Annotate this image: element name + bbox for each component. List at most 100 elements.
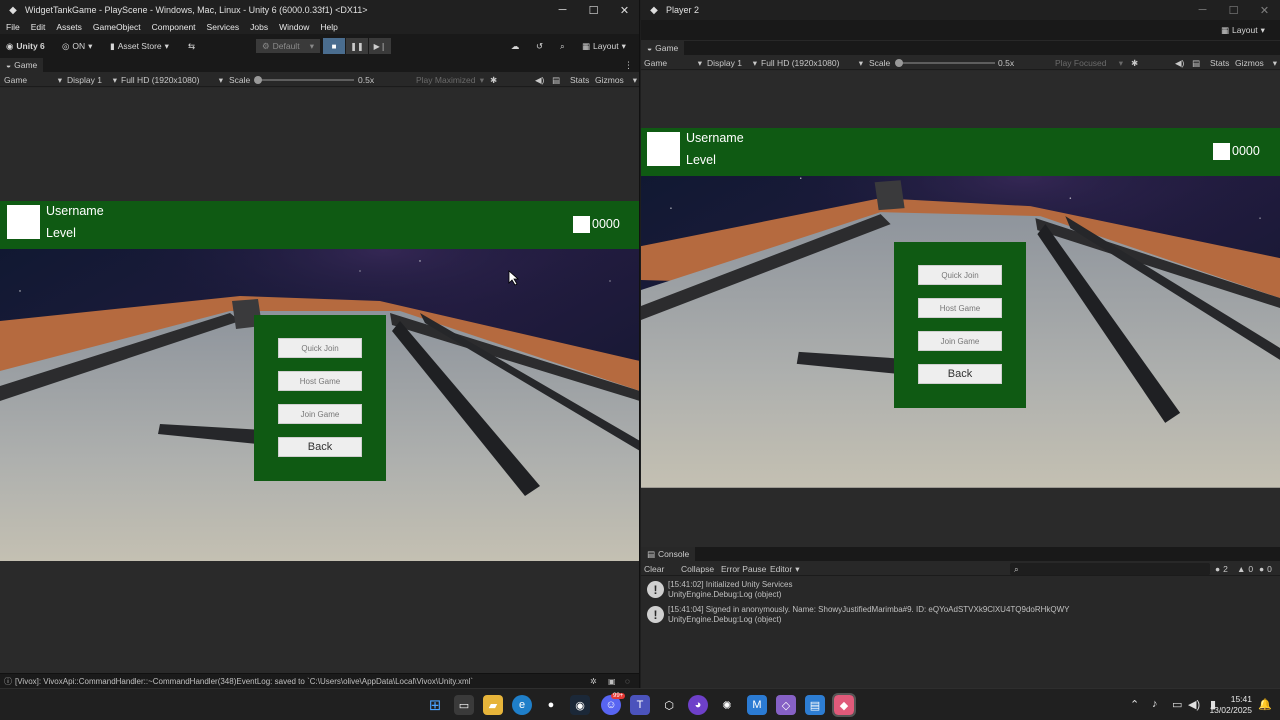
gizmos-dropdown[interactable]: Gizmos ▾ xyxy=(595,74,637,86)
menu-gameobject[interactable]: GameObject xyxy=(87,22,146,32)
editor-dropdown[interactable]: Editor ▾ xyxy=(770,563,800,575)
info-count-toggle[interactable]: ● 2 xyxy=(1215,563,1228,575)
unity-hub-icon[interactable]: ⬡ xyxy=(659,695,679,715)
step-button[interactable]: ▶❘ xyxy=(369,38,391,54)
steam-icon[interactable]: ◉ xyxy=(570,695,590,715)
play-mode-dropdown[interactable]: Play Maximized ▾ xyxy=(416,74,484,86)
unity-editor-app-icon[interactable]: ◆ xyxy=(832,693,856,717)
resolution-dropdown[interactable]: Full HD (1920x1080) ▾ xyxy=(121,74,223,86)
scale-slider[interactable] xyxy=(254,76,354,84)
gear-icon[interactable]: ✱ xyxy=(1131,57,1138,69)
join-game-button[interactable]: Join Game xyxy=(918,331,1002,351)
stop-button[interactable]: ■ xyxy=(323,38,345,54)
stats-button[interactable]: Stats xyxy=(570,74,589,86)
display-dropdown[interactable]: Display 1 ▾ xyxy=(67,74,117,86)
join-game-button[interactable]: Join Game xyxy=(278,404,362,424)
pause-button[interactable]: ❚❚ xyxy=(346,38,368,54)
stats-button[interactable]: Stats xyxy=(1210,57,1229,69)
menu-component[interactable]: Component xyxy=(146,22,201,32)
mute-audio-icon[interactable]: ◀) xyxy=(535,74,544,86)
search-icon[interactable]: ⌕ xyxy=(560,39,565,53)
notification-bell-icon[interactable]: 🔔 xyxy=(1258,698,1272,711)
version-control-icon[interactable]: ⇆ xyxy=(188,39,195,53)
maximize-button[interactable]: ☐ xyxy=(1218,0,1249,20)
error-count-toggle[interactable]: ● 0 xyxy=(1259,563,1272,575)
layout-preset-dropdown[interactable]: ⚙ Default ▾ xyxy=(256,39,320,53)
progress-icon[interactable]: ◌ xyxy=(625,677,630,686)
game-viewport[interactable]: Username Level 0000 Quick Join Host Game… xyxy=(641,71,1280,547)
layout-dropdown[interactable]: ▦ Layout ▾ xyxy=(1221,23,1265,37)
windows-start-icon[interactable]: ⊞ xyxy=(425,695,445,715)
game-viewport[interactable]: Username Level 0000 Quick Join Host Game… xyxy=(0,88,639,673)
quick-join-button[interactable]: Quick Join xyxy=(918,265,1002,285)
clear-button[interactable]: Clear xyxy=(644,563,664,575)
play-mode-dropdown[interactable]: Play Focused ▾ xyxy=(1055,57,1123,69)
more-options-icon[interactable]: ⋮ xyxy=(624,60,633,71)
app-m-icon[interactable]: M xyxy=(747,695,767,715)
collab-dropdown[interactable]: ◎ ON ▾ xyxy=(62,39,92,53)
warning-count-toggle[interactable]: ▲ 0 xyxy=(1237,563,1253,575)
view-dropdown[interactable]: Game ▾ xyxy=(644,57,702,69)
tab-console[interactable]: ▤ Console xyxy=(641,547,696,561)
back-button[interactable]: Back xyxy=(918,364,1002,384)
mute-audio-icon[interactable]: ◀) xyxy=(1175,57,1184,69)
edge-browser-icon[interactable]: e xyxy=(512,695,532,715)
file-explorer-icon[interactable]: ▰ xyxy=(483,695,503,715)
display-dropdown[interactable]: Display 1 ▾ xyxy=(707,57,757,69)
menu-edit[interactable]: Edit xyxy=(25,22,51,32)
close-button[interactable]: ✕ xyxy=(1249,0,1280,20)
scale-slider-knob[interactable] xyxy=(254,76,262,84)
host-game-button[interactable]: Host Game xyxy=(918,298,1002,318)
bug-icon[interactable]: ✲ xyxy=(590,677,597,686)
layout-dropdown[interactable]: ▦ Layout ▾ xyxy=(582,39,626,53)
chatgpt-icon[interactable]: ✺ xyxy=(717,695,737,715)
console-log-entry[interactable]: ! [15:41:02] Initialized Unity Services … xyxy=(641,578,1280,602)
view-dropdown[interactable]: Game ▾ xyxy=(4,74,62,86)
cloud-icon[interactable]: ☁ xyxy=(511,39,520,53)
visual-studio-icon[interactable]: ◇ xyxy=(776,695,796,715)
menu-jobs[interactable]: Jobs xyxy=(244,22,273,32)
tab-game[interactable]: ◒ Game xyxy=(0,58,44,72)
notepad-icon[interactable]: ▤ xyxy=(805,695,825,715)
console-log-entry[interactable]: ! [15:41:04] Signed in anonymously. Name… xyxy=(641,603,1280,627)
maximize-button[interactable]: ☐ xyxy=(578,0,609,20)
scale-slider-knob[interactable] xyxy=(895,59,903,67)
chevron-up-icon[interactable]: ⌃ xyxy=(1130,698,1139,711)
github-icon[interactable]: ◕ xyxy=(688,695,708,715)
chevron-down-icon: ▾ xyxy=(1260,24,1265,35)
account-button[interactable]: ◉ Unity 6 xyxy=(6,39,45,53)
scale-slider[interactable] xyxy=(895,59,995,67)
menu-assets[interactable]: Assets xyxy=(50,22,87,32)
quick-join-button[interactable]: Quick Join xyxy=(278,338,362,358)
info-log-icon: ! xyxy=(647,581,664,598)
minimize-button[interactable]: ─ xyxy=(547,0,578,20)
host-game-button[interactable]: Host Game xyxy=(278,371,362,391)
lighting-icon[interactable]: ▣ xyxy=(608,677,616,686)
resolution-dropdown[interactable]: Full HD (1920x1080) ▾ xyxy=(761,57,863,69)
console-search-input[interactable]: ⌕ xyxy=(1010,563,1210,575)
back-button[interactable]: Back xyxy=(278,437,362,457)
gizmos-dropdown[interactable]: Gizmos ▾ xyxy=(1235,57,1277,69)
tab-game[interactable]: ◒ Game xyxy=(641,41,685,55)
status-message[interactable]: [Vivox]: VivoxApi::CommandHandler::~Comm… xyxy=(15,677,575,686)
shortcuts-icon[interactable]: ▤ xyxy=(552,74,560,86)
network-icon[interactable]: ▭ xyxy=(1172,698,1182,711)
history-icon[interactable]: ↺ xyxy=(536,39,543,53)
minimize-button[interactable]: ─ xyxy=(1187,0,1218,20)
shortcuts-icon[interactable]: ▤ xyxy=(1192,57,1200,69)
collapse-button[interactable]: Collapse xyxy=(681,563,714,575)
task-view-icon[interactable]: ▭ xyxy=(454,695,474,715)
gear-icon[interactable]: ✱ xyxy=(490,74,497,86)
menu-services[interactable]: Services xyxy=(201,22,245,32)
microphone-icon[interactable]: ♪ xyxy=(1152,698,1158,710)
error-pause-button[interactable]: Error Pause xyxy=(721,563,766,575)
menu-help[interactable]: Help xyxy=(314,22,342,32)
asset-store-dropdown[interactable]: ▮ Asset Store ▾ xyxy=(110,39,169,53)
close-button[interactable]: ✕ xyxy=(609,0,639,20)
menu-window[interactable]: Window xyxy=(273,22,314,32)
github-desktop-icon[interactable]: ● xyxy=(541,695,561,715)
menu-file[interactable]: File xyxy=(0,22,25,32)
system-clock[interactable]: 15:41 13/02/2025 xyxy=(1209,694,1252,716)
teams-icon[interactable]: T xyxy=(630,695,650,715)
volume-icon[interactable]: ◀) xyxy=(1188,698,1200,711)
